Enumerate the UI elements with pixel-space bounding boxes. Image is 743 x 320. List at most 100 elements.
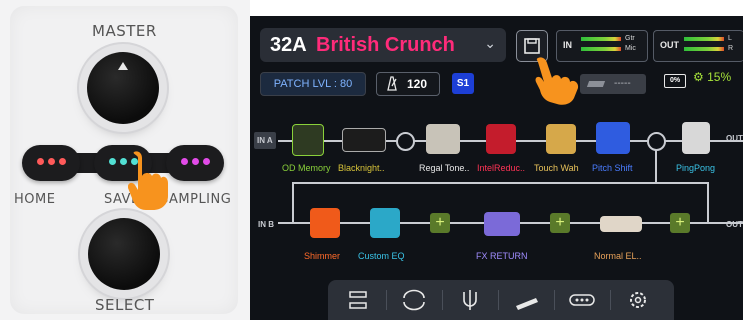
add-block-button[interactable]: + bbox=[670, 213, 690, 233]
tab-divider bbox=[442, 290, 443, 310]
tuner-icon bbox=[463, 290, 477, 310]
select-knob[interactable] bbox=[88, 218, 160, 290]
chevron-down-icon: ⌄ bbox=[484, 35, 496, 51]
input-meter-bar-mic bbox=[581, 47, 621, 51]
tab-divider bbox=[498, 290, 499, 310]
sampling-label: SAMPLING bbox=[160, 192, 232, 207]
meter-channel-label: L bbox=[728, 35, 732, 42]
device-panel: MASTER HOME SAVE SAMPLING SELECT bbox=[0, 0, 250, 320]
settings-tab[interactable] bbox=[618, 286, 658, 314]
master-label: MASTER bbox=[92, 22, 157, 40]
meter-channel-label: Gtr bbox=[625, 35, 635, 42]
sampling-button[interactable] bbox=[166, 145, 224, 181]
block-label: Shimmer bbox=[304, 251, 341, 261]
effect-block-shimmer[interactable] bbox=[310, 208, 340, 238]
add-block-button[interactable]: + bbox=[430, 213, 450, 233]
footswitch-tab[interactable] bbox=[562, 286, 602, 314]
led bbox=[37, 158, 44, 165]
patch-level-button[interactable]: PATCH LVL : 80 bbox=[260, 72, 366, 96]
block-label: Custom EQ bbox=[358, 251, 405, 261]
footswitch-icon bbox=[569, 294, 595, 306]
signal-chain-merge-wire bbox=[707, 182, 709, 222]
add-block-button[interactable]: + bbox=[550, 213, 570, 233]
output-meter-bar-l bbox=[684, 37, 724, 41]
tempo-value: 120 bbox=[407, 77, 428, 91]
led bbox=[192, 158, 199, 165]
settings-icon bbox=[630, 292, 646, 308]
effect-block-blacknight[interactable] bbox=[342, 128, 386, 152]
pedal-icon bbox=[586, 81, 606, 87]
input-a-label: IN A bbox=[254, 132, 276, 149]
battery-indicator: 0% bbox=[664, 74, 686, 88]
led bbox=[109, 158, 116, 165]
effect-block-fx-return[interactable] bbox=[484, 212, 520, 236]
output-a-label: OUT bbox=[726, 134, 743, 143]
device-screen: 32A British Crunch ⌄ IN Gtr Mic OUT L R … bbox=[250, 16, 743, 320]
signal-chain-return-wire bbox=[292, 182, 657, 184]
block-label: FX RETURN bbox=[476, 251, 528, 261]
pointing-hand-icon bbox=[535, 57, 579, 105]
patch-number: 32A bbox=[270, 34, 307, 56]
effect-block-pitch-shift[interactable] bbox=[596, 122, 630, 154]
block-label: PingPong bbox=[676, 163, 716, 173]
input-meter-bar-gtr bbox=[581, 37, 621, 41]
sampling-leds bbox=[181, 158, 210, 165]
block-label: Touch Wah bbox=[534, 163, 579, 173]
meter-channel-label: R bbox=[728, 45, 734, 52]
loop-icon bbox=[403, 289, 425, 311]
led bbox=[120, 158, 127, 165]
effect-block-regal-tone[interactable] bbox=[426, 124, 460, 154]
effect-block-od-memory[interactable] bbox=[292, 124, 324, 156]
output-meter-bar-r bbox=[684, 47, 724, 51]
cpu-value: 15% bbox=[707, 70, 732, 84]
select-label: SELECT bbox=[95, 296, 155, 314]
block-label: Blacknight.. bbox=[338, 163, 385, 173]
patch-selector[interactable]: 32A British Crunch ⌄ bbox=[260, 28, 506, 62]
signal-chain-return-wire bbox=[292, 182, 294, 222]
led bbox=[181, 158, 188, 165]
signal-chain-merge-wire bbox=[655, 182, 709, 184]
pointing-hand-icon bbox=[128, 151, 168, 210]
mix-node-icon[interactable] bbox=[647, 132, 666, 151]
output-meter-label: OUT bbox=[660, 40, 679, 50]
tempo-button[interactable]: 120 bbox=[376, 72, 440, 96]
chip-icon: ⚙ bbox=[693, 70, 704, 84]
block-label: IntelReduc.. bbox=[477, 163, 526, 173]
home-leds bbox=[37, 158, 66, 165]
expression-pedal-tab[interactable] bbox=[506, 286, 546, 314]
master-knob[interactable] bbox=[87, 52, 159, 124]
input-b-label: IN B bbox=[258, 220, 274, 229]
tab-divider bbox=[386, 290, 387, 310]
cpu-indicator: ⚙ 15% bbox=[693, 70, 743, 84]
routing-tab[interactable] bbox=[338, 286, 378, 314]
tab-divider bbox=[554, 290, 555, 310]
effect-block-custom-eq[interactable] bbox=[370, 208, 400, 238]
snapshot-button[interactable]: S1 bbox=[452, 73, 474, 94]
tab-divider bbox=[610, 290, 611, 310]
effect-block-pingpong[interactable] bbox=[682, 122, 710, 154]
output-meter: OUT L R bbox=[653, 30, 743, 62]
output-b-label: OUT bbox=[726, 220, 743, 229]
tuner-tab[interactable] bbox=[450, 286, 490, 314]
led bbox=[203, 158, 210, 165]
split-node-icon[interactable] bbox=[396, 132, 415, 151]
effect-block-normal-el[interactable] bbox=[600, 216, 642, 232]
knob-indicator bbox=[118, 62, 128, 70]
patch-name: British Crunch bbox=[316, 34, 455, 56]
home-label: HOME bbox=[14, 192, 56, 207]
snapshot-slot[interactable]: ----- bbox=[580, 74, 646, 94]
effect-block-touch-wah[interactable] bbox=[546, 124, 576, 154]
metronome-icon bbox=[387, 76, 397, 91]
input-meter-label: IN bbox=[563, 40, 572, 50]
meter-channel-label: Mic bbox=[625, 45, 636, 52]
effect-block-intelreduc[interactable] bbox=[486, 124, 516, 154]
home-button[interactable] bbox=[22, 145, 80, 181]
loop-tab[interactable] bbox=[394, 286, 434, 314]
block-label: OD Memory bbox=[282, 163, 331, 173]
routing-icon bbox=[349, 291, 367, 309]
snapshot-slot-value: ----- bbox=[614, 78, 631, 89]
button-band bbox=[22, 145, 224, 181]
block-label: Normal EL.. bbox=[594, 251, 642, 261]
block-label: Regal Tone.. bbox=[419, 163, 470, 173]
bottom-toolbar bbox=[328, 280, 674, 320]
